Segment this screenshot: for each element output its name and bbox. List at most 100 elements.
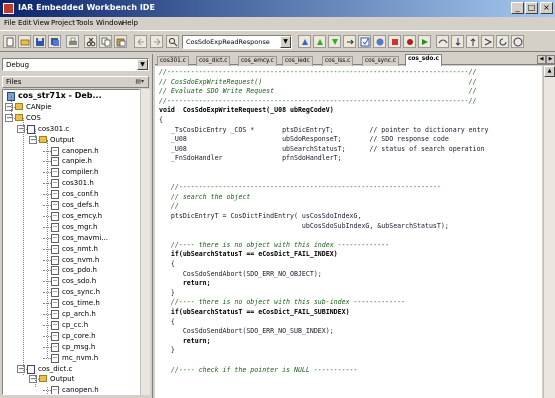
- tree-file[interactable]: cp_arch.h: [62, 309, 96, 319]
- tree-file[interactable]: mc_nvm.h: [62, 353, 98, 363]
- reset-icon[interactable]: [496, 35, 509, 48]
- editor-tab-bar: ◀ ▶ cos301.c cos_dict.c cos_emcy.c cos_ledc…: [155, 54, 555, 66]
- files-column-header[interactable]: Files ▤▾: [2, 76, 149, 88]
- code-line: return;: [159, 336, 211, 345]
- compile-icon[interactable]: [358, 35, 371, 48]
- editor-tab[interactable]: cos_lss.c: [322, 56, 354, 66]
- tree-file[interactable]: cp_core.h: [62, 331, 96, 341]
- tree-file[interactable]: cp_cc.h: [62, 320, 88, 330]
- menu-help[interactable]: Help: [122, 19, 138, 27]
- tree-file[interactable]: cos_nmt.h: [62, 244, 98, 254]
- tree-file[interactable]: cos_mgr.h: [62, 222, 97, 232]
- prev-bookmark-icon[interactable]: [328, 35, 341, 48]
- cut-icon[interactable]: [84, 35, 97, 48]
- file-icon: [51, 179, 59, 189]
- file-icon: [51, 211, 59, 221]
- menu-view[interactable]: View: [33, 19, 50, 27]
- tree-file[interactable]: cos_defs.h: [62, 200, 99, 210]
- help-icon[interactable]: [511, 35, 524, 48]
- tree-file[interactable]: cos_sync.h: [62, 287, 100, 297]
- tree-file[interactable]: compiler.h: [62, 167, 99, 177]
- chevron-down-icon[interactable]: ▼: [280, 36, 291, 48]
- tree-scrollbar[interactable]: [140, 89, 150, 395]
- editor-tab[interactable]: cos_dict.c: [196, 56, 231, 66]
- tree-file[interactable]: cos_emcy.h: [62, 211, 102, 221]
- tree-file[interactable]: cos_mavmi...: [62, 233, 108, 243]
- editor-tab[interactable]: cos_sdo.c: [405, 54, 442, 66]
- tree-file[interactable]: cos301.c: [38, 124, 69, 134]
- editor-tab[interactable]: cos_sync.c: [362, 56, 399, 66]
- tab-scroll-left-icon[interactable]: ◀: [537, 55, 546, 64]
- tree-file[interactable]: canpie.h: [62, 156, 92, 166]
- tree-file[interactable]: canopen.h: [62, 146, 99, 156]
- menu-window[interactable]: Window: [96, 19, 124, 27]
- workspace-pane: Debug ▼ Files ▤▾ cos_str71x - Deb... − CAN…: [0, 54, 153, 398]
- copy-icon[interactable]: [99, 35, 112, 48]
- tree-file[interactable]: cos_conf.h: [62, 189, 98, 199]
- run-to-cursor-icon[interactable]: [481, 35, 494, 48]
- toggle-bookmark-icon[interactable]: [298, 35, 311, 48]
- close-button[interactable]: ×: [540, 2, 553, 14]
- menu-file[interactable]: File: [4, 19, 16, 27]
- tree-file[interactable]: canopen.h: [62, 385, 99, 394]
- tree-folder[interactable]: COS: [26, 113, 41, 123]
- tree-file[interactable]: cp_msg.h: [62, 342, 95, 352]
- breakpoint-icon[interactable]: [403, 35, 416, 48]
- undo-icon[interactable]: [134, 35, 147, 48]
- step-over-icon[interactable]: [436, 35, 449, 48]
- tree-file[interactable]: cos_sdo.h: [62, 276, 96, 286]
- chevron-down-icon[interactable]: ▼: [137, 59, 148, 70]
- file-tree: cos_str71x - Deb... − CANpie − COS − cos301.c −…: [2, 89, 140, 395]
- code-line: {: [159, 116, 163, 124]
- menu-edit[interactable]: Edit: [18, 19, 32, 27]
- print-icon[interactable]: [66, 35, 79, 48]
- new-file-icon[interactable]: [3, 35, 16, 48]
- minimize-button[interactable]: _: [511, 2, 524, 14]
- go-to-icon[interactable]: [343, 35, 356, 48]
- debug-icon[interactable]: [418, 35, 431, 48]
- function-combo-value: CosSdoExpReadResponse: [186, 38, 270, 46]
- tab-scroll-right-icon[interactable]: ▶: [546, 55, 555, 64]
- make-icon[interactable]: [373, 35, 386, 48]
- configuration-select[interactable]: Debug ▼: [2, 58, 149, 71]
- tree-file[interactable]: cos_str71x - Deb...: [18, 91, 102, 101]
- menu-project[interactable]: Project: [51, 19, 75, 27]
- find-icon[interactable]: [166, 35, 179, 48]
- file-icon: [51, 190, 59, 200]
- tree-folder[interactable]: Output: [50, 374, 74, 384]
- tree-file[interactable]: cos_pdo.h: [62, 265, 97, 275]
- tree-folder[interactable]: Output: [50, 135, 74, 145]
- next-bookmark-icon[interactable]: [313, 35, 326, 48]
- tree-file[interactable]: cos301.h: [62, 178, 94, 188]
- editor-tab[interactable]: cos_emcy.c: [238, 56, 277, 66]
- editor-tab[interactable]: cos301.c: [157, 56, 189, 66]
- menu-tools[interactable]: Tools: [76, 19, 93, 27]
- code-line: CosSdoSendAbort(SDO_ERR_NO_SUB_INDEX);: [159, 327, 334, 336]
- scroll-up-icon[interactable]: ▲: [544, 66, 555, 77]
- columns-icon: ▤▾: [135, 78, 144, 85]
- tree-file[interactable]: cos_nvm.h: [62, 255, 99, 265]
- step-out-icon[interactable]: [466, 35, 479, 48]
- function-combo[interactable]: CosSdoExpReadResponse ▼: [182, 35, 292, 49]
- save-icon[interactable]: [33, 35, 46, 48]
- code-view[interactable]: //--------------------------------------…: [155, 66, 542, 398]
- tree-file[interactable]: cos_time.h: [62, 298, 100, 308]
- maximize-button[interactable]: □: [525, 2, 538, 14]
- paste-icon[interactable]: [114, 35, 127, 48]
- file-icon: [51, 386, 59, 394]
- save-all-icon[interactable]: [48, 35, 61, 48]
- step-into-icon[interactable]: [451, 35, 464, 48]
- open-icon[interactable]: [18, 35, 31, 48]
- code-line: if(ubSearchStatusT == eCosDict_FAIL_SUBI…: [159, 308, 350, 316]
- code-line: _FnSdoHandler pfnSdoHandlerT;: [159, 154, 342, 163]
- tree-folder[interactable]: CANpie: [26, 102, 52, 112]
- tree-file[interactable]: cos_dict.c: [38, 364, 72, 374]
- editor-scrollbar[interactable]: ▲: [543, 66, 555, 398]
- stop-build-icon[interactable]: [388, 35, 401, 48]
- editor-tab[interactable]: cos_ledc: [282, 56, 313, 66]
- file-icon: [51, 255, 59, 265]
- redo-icon[interactable]: [150, 35, 163, 48]
- tree-connector: [23, 118, 24, 375]
- code-line: //: [159, 202, 179, 211]
- code-line: //---- there is no object with this sub-…: [159, 298, 406, 307]
